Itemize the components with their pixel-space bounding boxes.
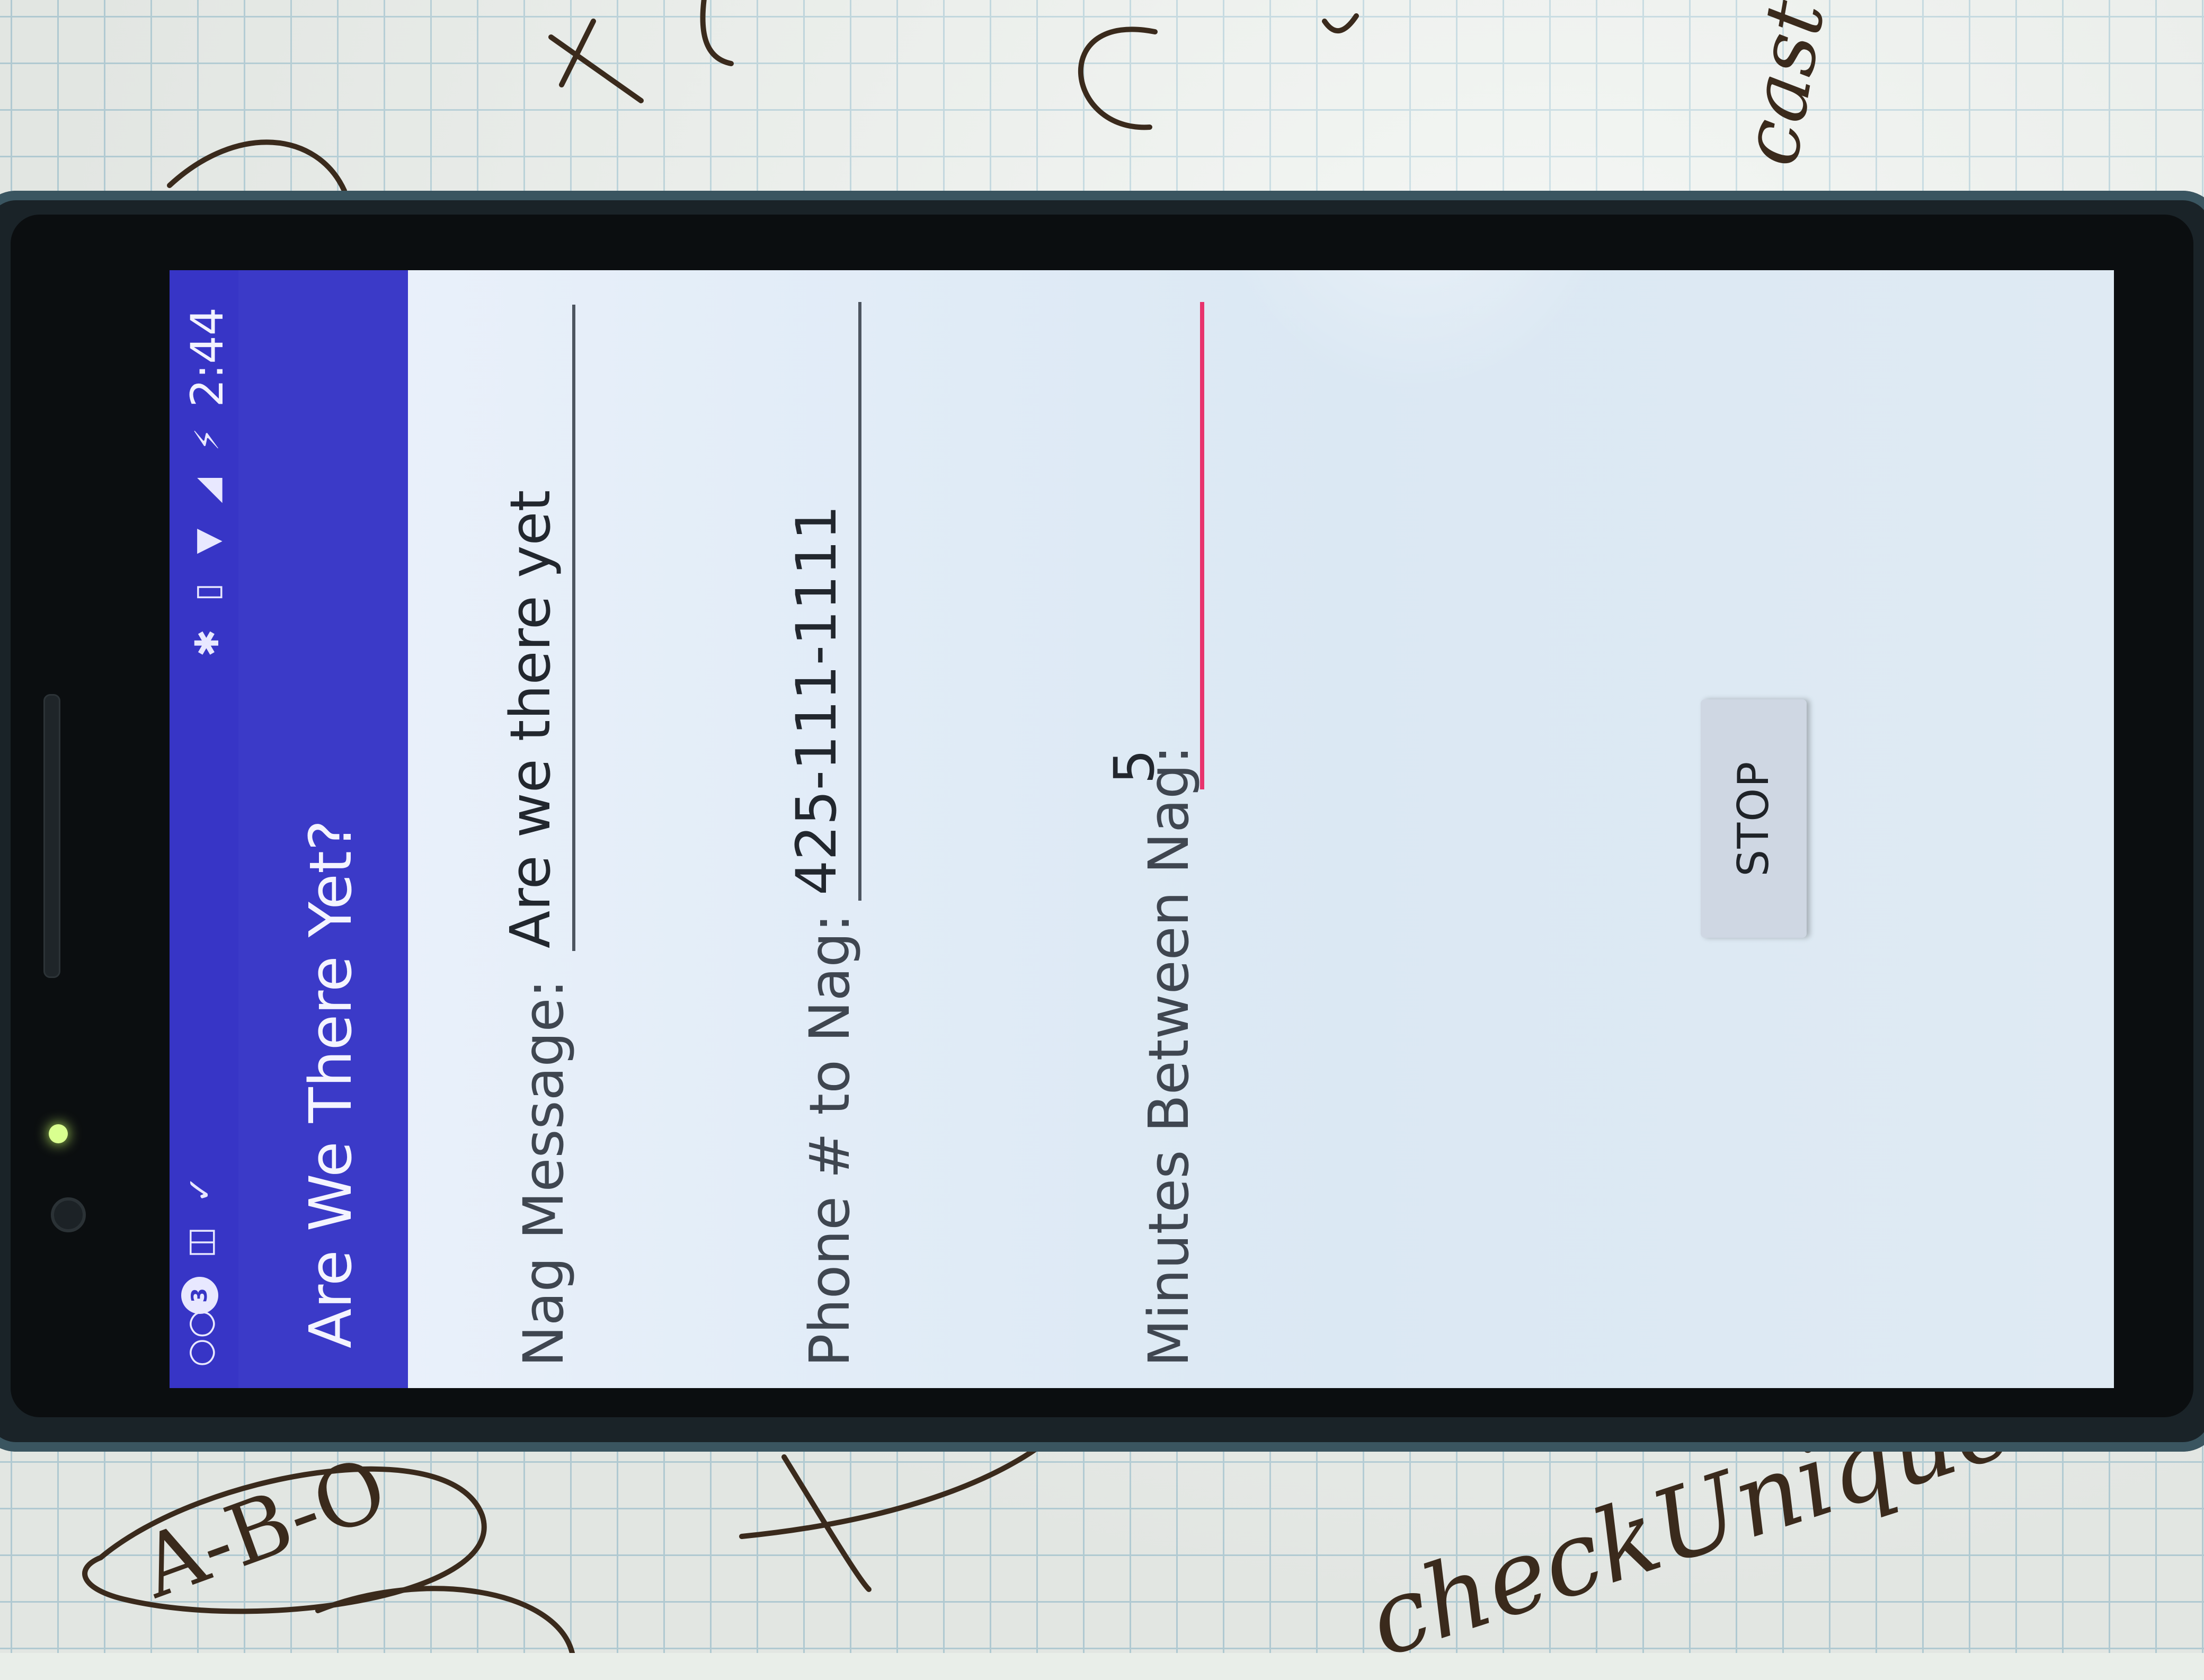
earpiece-speaker — [43, 694, 60, 978]
chat-bubble-icon: 3 — [181, 1277, 218, 1314]
signal-icon: ◢ — [188, 477, 226, 503]
vibrate-icon: ▯ — [188, 583, 226, 601]
phone-screen: ○○ 3 ◫ ✓ ✱ ▯ ▼ ◢ ⚡ 2:44 Are We There Yet… — [170, 270, 2114, 1388]
status-clock: 2:44 — [181, 307, 233, 407]
front-camera — [51, 1197, 86, 1232]
minutes-input[interactable]: 5 — [1102, 749, 1167, 784]
app-window: ○○ 3 ◫ ✓ ✱ ▯ ▼ ◢ ⚡ 2:44 Are We There Yet… — [170, 270, 2114, 1388]
minutes-label: Minutes Between Nag: — [1136, 745, 1201, 1367]
app-toolbar: Are We There Yet? — [238, 270, 408, 1388]
app-title: Are We There Yet? — [297, 820, 365, 1348]
phone-underline — [858, 302, 861, 901]
notification-led — [49, 1124, 68, 1143]
clipboard-check-icon: ✓ — [180, 1176, 219, 1203]
inbox-icon: ◫ — [180, 1226, 219, 1258]
bluetooth-icon: ✱ — [188, 629, 226, 657]
voicemail-icon: ○○ — [180, 1309, 219, 1367]
screen-glare — [1176, 270, 1653, 434]
nag-message-input[interactable]: Are we there yet — [498, 490, 563, 948]
nag-message-label: Nag Message: — [511, 979, 576, 1367]
nag-message-underline — [572, 305, 575, 951]
wifi-icon: ▼ — [188, 528, 226, 554]
status-bar: ○○ 3 ◫ ✓ ✱ ▯ ▼ ◢ ⚡ 2:44 — [170, 270, 238, 1388]
phone-label: Phone # to Nag: — [797, 913, 862, 1367]
battery-charging-icon: ⚡ — [188, 428, 226, 451]
stop-button[interactable]: STOP — [1701, 699, 1807, 938]
phone-input[interactable]: 425-111-1111 — [784, 505, 849, 895]
